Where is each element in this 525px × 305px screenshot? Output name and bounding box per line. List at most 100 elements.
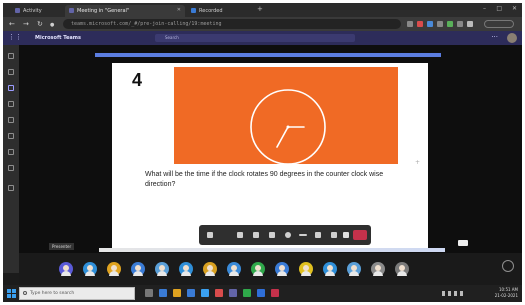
- extension-icon[interactable]: [437, 21, 443, 27]
- share-screen-icon[interactable]: [269, 232, 275, 238]
- url-field[interactable]: teams.microsoft.com/_#/pre-join-calling/…: [63, 19, 401, 29]
- minimize-icon[interactable]: –: [483, 5, 486, 12]
- search-placeholder: Type here to search: [30, 291, 75, 296]
- more-actions-icon[interactable]: [285, 232, 291, 238]
- camera-icon[interactable]: [237, 232, 243, 238]
- participant-avatar[interactable]: [323, 262, 337, 276]
- person-body-icon: [349, 271, 359, 276]
- extension-icon[interactable]: [417, 21, 423, 27]
- participant-avatar[interactable]: [227, 262, 241, 276]
- browser-tab-recorded[interactable]: Recorded: [187, 5, 251, 17]
- word-icon[interactable]: [257, 289, 265, 297]
- reload-icon[interactable]: ↻: [37, 20, 43, 28]
- more-apps-icon[interactable]: [8, 165, 14, 171]
- teams-tab-icon: [15, 8, 20, 13]
- chat-icon[interactable]: [315, 232, 321, 238]
- participant-avatar[interactable]: [107, 262, 121, 276]
- video-tab-icon: [191, 8, 196, 13]
- app-launcher-icon[interactable]: ⋮⋮: [8, 33, 22, 41]
- tab-label: Activity: [23, 8, 42, 14]
- close-window-icon[interactable]: ✕: [512, 5, 517, 12]
- task-view-icon[interactable]: [145, 289, 153, 297]
- more-options-icon[interactable]: ···: [491, 33, 498, 41]
- edge-icon[interactable]: [159, 289, 167, 297]
- person-body-icon: [61, 271, 71, 276]
- teams-app-bar: ⋮⋮ Microsoft Teams Search ···: [3, 31, 522, 45]
- raise-hand-icon[interactable]: [299, 234, 307, 236]
- slide-number: 4: [132, 70, 143, 90]
- teams-icon[interactable]: [8, 85, 14, 91]
- participant-avatar[interactable]: [275, 262, 289, 276]
- clock-date: 21-02-2021: [494, 293, 518, 298]
- browser-address-bar: ← → ↻ ● teams.microsoft.com/_#/pre-join-…: [3, 17, 522, 31]
- taskbar-clock[interactable]: 10:51 AM 21-02-2021: [495, 287, 518, 299]
- mic-icon[interactable]: [253, 232, 259, 238]
- store-icon[interactable]: [187, 289, 195, 297]
- participants-panel-icon[interactable]: [502, 260, 514, 272]
- files-icon[interactable]: [8, 149, 14, 155]
- back-icon[interactable]: ←: [9, 20, 15, 28]
- app-title: Microsoft Teams: [35, 35, 81, 41]
- windows-start-icon[interactable]: [7, 289, 16, 298]
- participants-icon[interactable]: [331, 232, 337, 238]
- participant-avatar[interactable]: [347, 262, 361, 276]
- file-explorer-icon[interactable]: [173, 289, 181, 297]
- avatar[interactable]: [507, 33, 517, 43]
- activity-icon[interactable]: [8, 53, 14, 59]
- browser-tab-activity[interactable]: Activity: [11, 5, 63, 17]
- chrome-icon[interactable]: [243, 289, 251, 297]
- participant-avatar[interactable]: [251, 262, 265, 276]
- person-body-icon: [229, 271, 239, 276]
- search-input[interactable]: Search: [155, 34, 355, 42]
- teams-app-icon[interactable]: [229, 289, 237, 297]
- person-body-icon: [157, 271, 167, 276]
- hang-up-button[interactable]: [353, 230, 367, 240]
- search-placeholder: Search: [165, 35, 179, 40]
- lock-icon: ●: [50, 22, 55, 28]
- person-body-icon: [205, 271, 215, 276]
- chat-icon[interactable]: [8, 69, 14, 75]
- slide-question: What will be the time if the clock rotat…: [145, 171, 384, 188]
- assignments-icon[interactable]: [8, 101, 14, 107]
- participant-avatar[interactable]: [299, 262, 313, 276]
- presentation-header-strip: [95, 53, 441, 57]
- hand-icon[interactable]: [343, 232, 349, 238]
- apps-icon[interactable]: [8, 185, 14, 191]
- participant-avatar[interactable]: [155, 262, 169, 276]
- extension-icon[interactable]: [467, 21, 473, 27]
- mail-icon[interactable]: [201, 289, 209, 297]
- person-body-icon: [301, 271, 311, 276]
- powerpoint-icon[interactable]: [271, 289, 279, 297]
- person-body-icon: [253, 271, 263, 276]
- maximize-icon[interactable]: □: [496, 5, 502, 12]
- calendar-icon[interactable]: [8, 117, 14, 123]
- calls-icon[interactable]: [8, 133, 14, 139]
- timer-icon: [207, 232, 213, 238]
- profile-button[interactable]: [484, 20, 514, 28]
- extension-icon[interactable]: [427, 21, 433, 27]
- participant-avatar[interactable]: [395, 262, 409, 276]
- extension-icon[interactable]: [457, 21, 463, 27]
- browser-tab-meeting[interactable]: Meeting in "General" ✕: [65, 5, 185, 17]
- participant-avatar[interactable]: [83, 262, 97, 276]
- shared-slide: 4 + What will be the time if the clock r…: [112, 63, 428, 251]
- person-body-icon: [325, 271, 335, 276]
- participant-avatar[interactable]: [371, 262, 385, 276]
- clock-icon: [250, 89, 326, 165]
- new-tab-button[interactable]: +: [257, 5, 263, 13]
- person-body-icon: [109, 271, 119, 276]
- person-body-icon: [373, 271, 383, 276]
- participant-avatar[interactable]: [59, 262, 73, 276]
- participant-avatar[interactable]: [179, 262, 193, 276]
- app-icon[interactable]: [215, 289, 223, 297]
- taskbar-search-input[interactable]: Type here to search: [19, 287, 135, 300]
- close-tab-icon[interactable]: ✕: [177, 7, 181, 13]
- screen-frame: Activity Meeting in "General" ✕ Recorded…: [3, 3, 522, 302]
- participant-avatar[interactable]: [203, 262, 217, 276]
- extension-icon[interactable]: [407, 21, 413, 27]
- participant-avatar[interactable]: [131, 262, 145, 276]
- extension-icon[interactable]: [447, 21, 453, 27]
- system-tray-icons[interactable]: [442, 291, 466, 296]
- forward-icon[interactable]: →: [23, 20, 29, 28]
- person-body-icon: [85, 271, 95, 276]
